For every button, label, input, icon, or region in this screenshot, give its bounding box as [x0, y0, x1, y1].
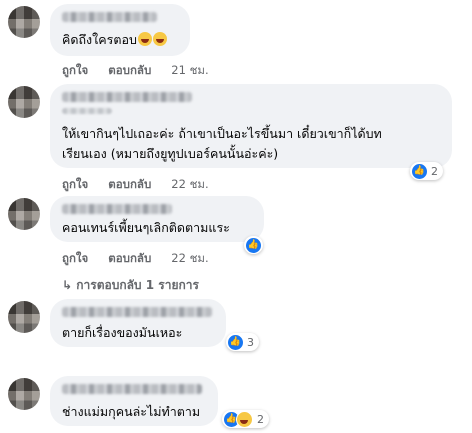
reply-link[interactable]: ตอบกลับ	[108, 177, 151, 191]
like-link[interactable]: ถูกใจ	[62, 63, 88, 77]
timestamp[interactable]: 22 ชม.	[171, 177, 208, 191]
reaction-count: 2	[431, 164, 438, 178]
author-name[interactable]	[62, 204, 172, 214]
reaction-count: 3	[247, 335, 254, 349]
comment-text: ตายก็เรื่องของมันเหอะ	[62, 325, 183, 340]
thumbs-up-icon: 👍	[412, 163, 427, 179]
comment-text: คอนเทนร์เพี้ยนๆเลิกติดตามแระ	[62, 220, 230, 235]
like-link[interactable]: ถูกใจ	[62, 177, 88, 191]
comment-bubble: คิดถึงใครตอบ	[50, 4, 190, 56]
reaction-count: 2	[257, 412, 264, 426]
comment-text-line: เรียนเอง (หมายถึงยูทูปเบอร์คนนั้นอ่ะค่ะ)	[62, 146, 279, 161]
reaction-badge[interactable]: 👍 2	[410, 162, 443, 180]
reaction-badge[interactable]: 👍 3	[226, 333, 259, 351]
comment-text: คิดถึงใครตอบ	[62, 30, 167, 49]
comment-actions: ถูกใจ ตอบกลับ 21 ชม.	[62, 62, 229, 80]
comment-bubble: ช่างแม่มกุคนล่ะไม่ทำตาม	[50, 376, 218, 426]
reply-link[interactable]: ตอบกลับ	[108, 63, 151, 77]
comment-actions: ถูกใจ ตอบกลับ 22 ชม.	[62, 250, 229, 268]
thumbs-up-icon: 👍	[228, 334, 243, 350]
laughing-face-icon	[236, 410, 253, 428]
timestamp[interactable]: 22 ชม.	[171, 251, 208, 265]
view-replies-link[interactable]: ↳ การตอบกลับ 1 รายการ	[62, 276, 199, 295]
timestamp[interactable]: 21 ชม.	[171, 63, 208, 77]
author-name[interactable]	[62, 12, 157, 22]
thumbs-up-icon: 👍	[246, 237, 261, 253]
avatar[interactable]	[8, 198, 40, 230]
laughing-emoji-icon	[137, 32, 152, 46]
author-badge	[62, 108, 112, 114]
comment-bubble: ให้เขากินๆไปเถอะค่ะ ถ้าเขาเป็นอะไรขึ้นมา…	[50, 84, 452, 168]
comment-bubble: คอนเทนร์เพี้ยนๆเลิกติดตามแระ	[50, 196, 264, 242]
like-link[interactable]: ถูกใจ	[62, 251, 88, 265]
comment-text-line: ให้เขากินๆไปเถอะค่ะ ถ้าเขาเป็นอะไรขึ้นมา…	[62, 126, 382, 141]
reaction-badge[interactable]: 👍 2	[222, 410, 269, 428]
author-name[interactable]	[62, 92, 192, 102]
avatar[interactable]	[8, 378, 40, 410]
reaction-badge[interactable]: 👍	[244, 236, 263, 254]
reply-arrow-icon: ↳	[62, 278, 73, 292]
laughing-emoji-icon	[152, 32, 167, 46]
comment-text: ช่างแม่มกุคนล่ะไม่ทำตาม	[62, 404, 201, 419]
avatar[interactable]	[8, 86, 40, 118]
author-name[interactable]	[62, 307, 212, 317]
comment-bubble: ตายก็เรื่องของมันเหอะ	[50, 299, 226, 347]
avatar[interactable]	[8, 301, 40, 333]
author-name[interactable]	[62, 384, 202, 394]
comment-actions: ถูกใจ ตอบกลับ 22 ชม.	[62, 176, 229, 194]
reply-link[interactable]: ตอบกลับ	[108, 251, 151, 265]
avatar[interactable]	[8, 6, 40, 38]
